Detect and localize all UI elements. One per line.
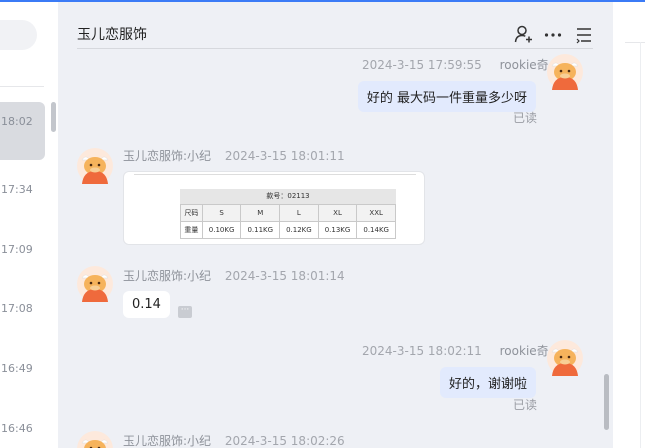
table-cell: M: [240, 204, 281, 222]
table-cell: 0.11KG: [240, 221, 281, 239]
image-top-edge: [134, 172, 416, 175]
sender-name: 玉儿恋服饰:小纪: [123, 434, 212, 448]
message-bubble[interactable]: 好的，谢谢啦: [439, 367, 536, 398]
header-divider: [77, 48, 593, 49]
avatar[interactable]: [77, 266, 113, 302]
message-bubble[interactable]: 好的 最大码一件重量多少呀: [357, 81, 536, 112]
message-meta: 2024-3-15 18:02:11 rookie奇: [362, 342, 549, 359]
bull-avatar-icon: [77, 266, 113, 302]
conversation-item[interactable]: 17:08: [0, 289, 45, 347]
table-caption: 款号：02113: [180, 189, 396, 204]
chat-scrollbar[interactable]: [604, 374, 609, 430]
more-icon[interactable]: [543, 24, 563, 44]
message-meta: 玉儿恋服饰:小纪 2024-3-15 18:01:14: [123, 267, 345, 284]
table-row: 重量 0.10KG 0.11KG 0.12KG 0.13KG 0.14KG: [180, 221, 396, 239]
message-time: 2024-3-15 18:01:14: [224, 269, 345, 283]
message-meta: 2024-3-15 17:59:55 rookie奇: [362, 56, 549, 73]
table-cell: XL: [317, 204, 358, 222]
more-actions-icon[interactable]: ···: [178, 306, 192, 318]
table-cell: 尺码: [180, 204, 203, 222]
message-time: 2024-3-15 18:01:11: [224, 149, 345, 163]
size-table: 尺码 S M L XL XXL 重量 0.10KG 0.11KG 0.12KG …: [180, 204, 396, 239]
message-meta: 玉儿恋服饰:小纪 2024-3-15 18:02:26: [123, 432, 345, 448]
sender-name: 玉儿恋服饰:小纪: [123, 269, 212, 283]
conversation-search-input[interactable]: [0, 20, 37, 50]
read-status: 已读: [513, 398, 538, 412]
sender-name: rookie奇: [499, 344, 549, 358]
conversation-item[interactable]: 17:34: [0, 170, 45, 228]
image-message[interactable]: 款号：02113 尺码 S M L XL XXL 重量 0.10KG 0.11K…: [123, 171, 425, 245]
divider: [640, 42, 641, 448]
avatar[interactable]: [77, 148, 113, 184]
bull-avatar-icon: [547, 340, 583, 376]
menu-icon[interactable]: [574, 24, 594, 44]
avatar[interactable]: [77, 431, 113, 448]
table-cell: 重量: [180, 221, 203, 239]
sender-name: 玉儿恋服饰:小纪: [123, 149, 212, 163]
read-status: 已读: [513, 111, 538, 125]
chat-title: 玉儿恋服饰: [77, 27, 147, 43]
bull-avatar-icon: [77, 431, 113, 448]
table-cell: 0.13KG: [317, 221, 358, 239]
conversation-item[interactable]: 16:46: [0, 409, 45, 448]
table-cell: L: [279, 204, 319, 222]
conversation-time: 17:08: [1, 302, 33, 315]
conversation-time: 17:09: [1, 243, 33, 256]
divider: [0, 86, 44, 87]
table-cell: 0.10KG: [201, 221, 242, 239]
message-time: 2024-3-15 17:59:55: [362, 58, 482, 72]
divider: [625, 42, 645, 43]
table-cell: S: [201, 204, 242, 222]
conversation-time: 16:46: [1, 422, 33, 435]
conversation-item[interactable]: 18:02: [0, 102, 45, 160]
conversation-list-scrollbar[interactable]: [51, 102, 56, 132]
conversation-item[interactable]: 17:09: [0, 230, 45, 288]
bull-avatar-icon: [77, 148, 113, 184]
side-panel: [613, 2, 645, 448]
sender-name: rookie奇: [499, 58, 549, 72]
bull-avatar-icon: [547, 54, 583, 90]
conversation-item[interactable]: 16:49: [0, 349, 45, 407]
chat-panel: 玉儿恋服饰 2024-3-15 17:59:55 rookie奇 好的 最大码一…: [58, 2, 613, 448]
conversation-time: 17:34: [1, 183, 33, 196]
table-cell: 0.12KG: [279, 221, 319, 239]
conversation-list: 18:02 17:34 17:09 17:08 16:49 16:46: [0, 2, 58, 448]
table-header-row: 尺码 S M L XL XXL: [180, 204, 396, 222]
message-time: 2024-3-15 18:02:11: [362, 344, 482, 358]
add-user-icon[interactable]: [513, 24, 533, 44]
table-cell: 0.14KG: [356, 221, 396, 239]
conversation-time: 18:02: [1, 115, 33, 128]
table-cell: XXL: [356, 204, 396, 222]
avatar[interactable]: [547, 54, 583, 90]
message-meta: 玉儿恋服饰:小纪 2024-3-15 18:01:11: [123, 147, 345, 164]
message-bubble[interactable]: 0.14: [123, 291, 170, 318]
avatar[interactable]: [547, 340, 583, 376]
conversation-time: 16:49: [1, 362, 33, 375]
message-time: 2024-3-15 18:02:26: [224, 434, 345, 448]
